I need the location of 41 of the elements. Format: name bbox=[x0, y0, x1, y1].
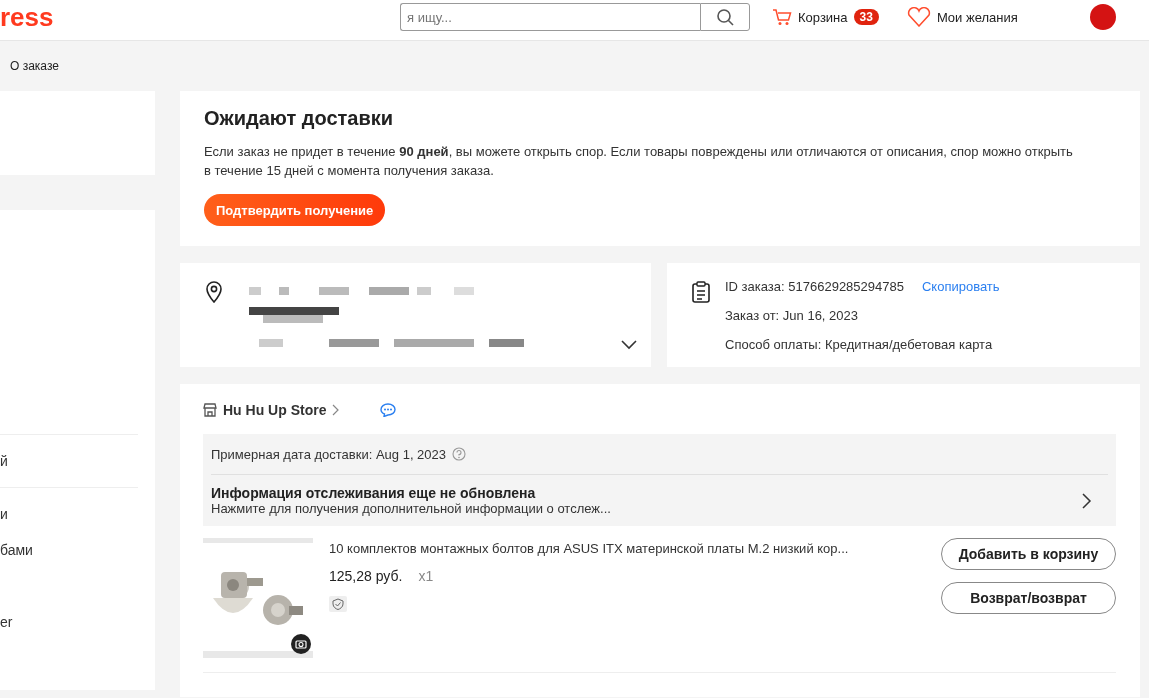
shield-icon bbox=[329, 596, 347, 612]
sidebar-item[interactable]: и bbox=[0, 496, 138, 532]
tracking-title: Информация отслеживания еще не обновлена bbox=[211, 485, 537, 501]
wishlist-link[interactable]: Мои желания bbox=[936, 9, 1018, 25]
product-price: 125,28 руб. bbox=[329, 568, 403, 584]
chat-icon bbox=[380, 403, 397, 417]
sidebar-item[interactable]: er bbox=[0, 604, 138, 640]
search-icon bbox=[716, 8, 734, 26]
location-pin-icon bbox=[204, 281, 224, 303]
status-title: Ожидают доставки bbox=[204, 107, 395, 130]
product-action-button[interactable]: Добавить в корзину bbox=[941, 538, 1116, 570]
cart-icon bbox=[772, 8, 792, 26]
payment-method: Способ оплаты: Кредитная/дебетовая карта bbox=[725, 336, 994, 354]
sidebar-item[interactable]: й bbox=[0, 443, 138, 479]
tracking-link[interactable]: Информация отслеживания еще не обновлена Нажмите для получения дополнительной информации о отслеж... bbox=[211, 475, 1108, 526]
status-message: Если заказ не придет в течение 90 дней, вы можете открыть спор. Если товары повреждены или отличаются от описания, спор можно открыть в течение 15 дней с момента получения заказа. bbox=[204, 143, 1074, 180]
order-id: ID заказа: 5176629285294785 bbox=[725, 279, 904, 294]
cart-link[interactable]: Корзина bbox=[798, 9, 848, 25]
logo[interactable]: ress bbox=[0, 2, 400, 32]
clipboard-icon bbox=[691, 281, 711, 303]
product-action-button[interactable]: Возврат/возврат bbox=[941, 582, 1116, 614]
order-date: Заказ от: Jun 16, 2023 bbox=[725, 307, 859, 325]
breadcrumb-link[interactable]: О заказе bbox=[10, 59, 59, 73]
camera-icon bbox=[291, 634, 311, 654]
store-name-link[interactable]: Hu Hu Up Store bbox=[223, 402, 327, 418]
delivery-date: Примерная дата доставки: Aug 1, 2023 bbox=[211, 446, 447, 462]
help-icon bbox=[452, 447, 467, 461]
cart-count: 33 bbox=[853, 9, 879, 25]
product-quantity: x1 bbox=[418, 568, 434, 584]
avatar[interactable] bbox=[1089, 4, 1116, 30]
heart-icon bbox=[906, 7, 931, 27]
search-button[interactable] bbox=[700, 3, 750, 31]
chevron-right-icon bbox=[1082, 492, 1092, 509]
product-title-link[interactable]: 10 комплектов монтажных болтов для ASUS ITX материнской платы M.2 низкий кор... bbox=[329, 541, 925, 556]
copy-link[interactable]: Скопировать bbox=[921, 279, 1000, 294]
tracking-hint: Нажмите для получения дополнительной информации о отслеж... bbox=[211, 501, 611, 516]
sidebar-item[interactable]: бами bbox=[0, 532, 138, 568]
chevron-down-icon bbox=[621, 340, 637, 350]
store-icon bbox=[203, 403, 217, 417]
chevron-right-icon bbox=[332, 404, 341, 416]
search-field[interactable]: я ищу... bbox=[400, 3, 700, 31]
